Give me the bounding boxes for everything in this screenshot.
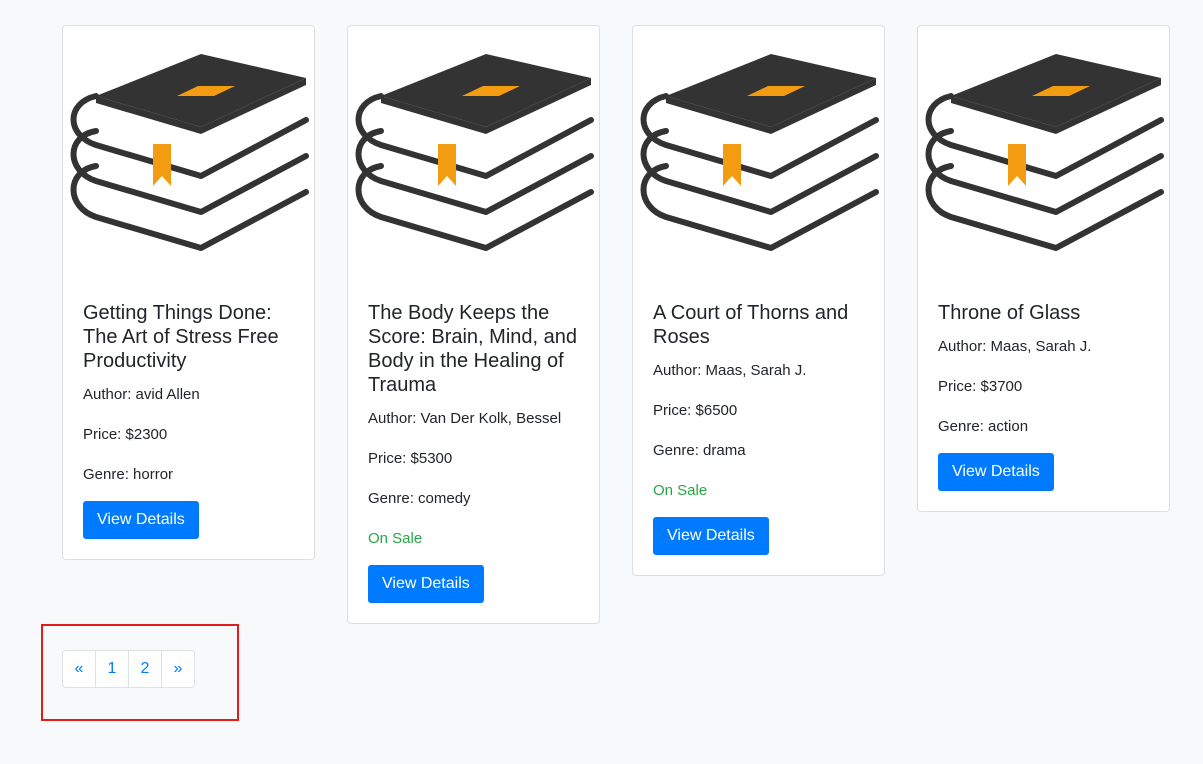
book-stack-icon: [70, 54, 309, 251]
view-details-button[interactable]: View Details: [83, 501, 199, 539]
book-title: Getting Things Done: The Art of Stress F…: [83, 302, 279, 372]
view-details-button[interactable]: View Details: [938, 453, 1054, 491]
book-card: A Court of Thorns and Roses Author: Maas…: [632, 25, 885, 576]
book-stack-icon: [355, 54, 594, 251]
book-card: The Body Keeps the Score: Brain, Mind, a…: [347, 25, 600, 624]
on-sale-label: On Sale: [653, 482, 708, 499]
book-list-page: Getting Things Done: The Art of Stress F…: [0, 0, 1203, 764]
book-title: The Body Keeps the Score: Brain, Mind, a…: [368, 302, 577, 396]
book-stack-icon: [925, 54, 1164, 251]
book-card: Getting Things Done: The Art of Stress F…: [62, 25, 315, 560]
book-price: Price: $2300: [83, 426, 168, 443]
highlight-box: [41, 624, 239, 721]
book-price: Price: $6500: [653, 402, 738, 419]
book-genre: Genre: comedy: [368, 490, 471, 507]
view-details-button[interactable]: View Details: [653, 517, 769, 555]
book-author: Author: Maas, Sarah J.: [938, 338, 1092, 355]
book-author: Author: Maas, Sarah J.: [653, 362, 807, 379]
book-author: Author: Van Der Kolk, Bessel: [368, 410, 562, 427]
book-genre: Genre: horror: [83, 466, 174, 483]
on-sale-label: On Sale: [368, 530, 423, 547]
book-title: Throne of Glass: [938, 302, 1081, 324]
book-price: Price: $5300: [368, 450, 453, 467]
book-card: Throne of Glass Author: Maas, Sarah J. P…: [917, 25, 1170, 512]
view-details-button[interactable]: View Details: [368, 565, 484, 603]
book-genre: Genre: drama: [653, 442, 746, 459]
book-stack-icon: [640, 54, 879, 251]
book-author: Author: avid Allen: [83, 386, 200, 403]
book-price: Price: $3700: [938, 378, 1023, 395]
book-genre: Genre: action: [938, 418, 1029, 435]
book-title: A Court of Thorns and Roses: [653, 302, 849, 348]
